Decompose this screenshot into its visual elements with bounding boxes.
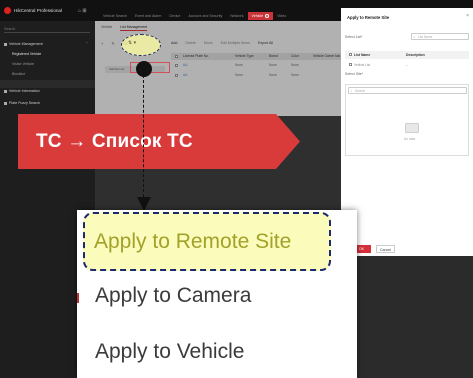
table-header: License Plate No. Vehicle Type Brand Col… [171,53,341,60]
delete-button[interactable]: Delete [185,41,195,45]
row-checkbox[interactable] [175,74,178,77]
select-list-label: Select List* [345,35,363,39]
connector-dot [136,61,152,77]
vehicle-icon [4,42,7,46]
export-all-button[interactable]: Export All [258,41,273,45]
top-nav-item[interactable]: Network [226,12,247,20]
row-checkbox[interactable] [175,64,178,67]
column-header[interactable]: Brand [266,53,288,60]
top-nav-item[interactable]: Device [165,12,184,20]
add-list-icon[interactable]: + [101,41,103,46]
sidebar-item-label: Plate Fuzzy Search [9,101,41,105]
list-desc-cell: -- [406,63,409,67]
app-title: HikCentral Professional [14,8,62,13]
app-logo-icon [4,7,11,14]
table-row[interactable]: AA None None None [171,62,341,69]
apply-context-menu: Apply to Remote Site Apply to Camera App… [77,210,357,378]
connector-line [143,75,144,197]
apply-dropdown-icon[interactable]: ⇅ ▾ [128,40,136,46]
sidebar-selection [0,80,95,88]
list-name-cell: Vehicle List [354,63,371,67]
menu-item-apply-to-camera[interactable]: Apply to Camera [95,284,251,308]
add-button[interactable]: Add [171,41,177,45]
search-icon: ⌕ [413,35,416,39]
table-cell: None [291,63,299,67]
column-header[interactable]: Vehicle Type [232,53,266,60]
site-list-box: ⌕ Search No data. [345,84,469,156]
column-header: Description [406,53,425,57]
site-search-placeholder: Search [355,89,366,93]
connector-arrow-icon [137,197,151,211]
list-search-placeholder: List Name [418,35,433,39]
edit-multiple-button[interactable]: Edit Multiple Items [221,41,250,45]
sidebar-item-label: Vehicle Information [9,89,40,93]
apply-to-remote-site-dialog: Apply to Remote Site × Select List* ⌕ Lis… [341,8,473,256]
table-row[interactable]: AA None None None [171,72,341,79]
sidebar-item-registered-vehicle[interactable]: Registered Vehicle [12,52,41,56]
red-marker [77,293,79,303]
table-cell: None [291,73,299,77]
sidebar-group-vehicle-management[interactable]: Vehicle Management [4,42,43,46]
move-button[interactable]: Move [204,41,213,45]
column-header[interactable]: Vehicle Owner Name [310,53,340,60]
refresh-icon [265,14,270,19]
sidebar-item-blocklist[interactable]: Blocklist [12,72,25,76]
close-icon[interactable]: × [466,13,469,19]
plate-cell[interactable]: AA [180,72,232,79]
column-header[interactable]: License Plate No. [180,53,232,60]
sidebar-group-label: Vehicle Management [9,42,43,46]
chevron-up-icon: ⌃ [85,41,89,46]
list-row[interactable]: Vehicle List -- [345,61,469,69]
list-search-input[interactable]: ⌕ List Name [411,33,469,40]
search-icon: ⌕ [350,89,353,93]
top-nav-item[interactable]: Account and Security [184,12,226,20]
column-header: List Name [354,53,371,57]
table-cell: None [235,63,243,67]
select-all-checkbox[interactable] [349,53,352,56]
no-data-text: No data. [404,137,417,141]
table-cell: None [269,73,277,77]
search-icon [4,101,7,105]
list-table-header: List Name Description [345,51,469,59]
plate-cell[interactable]: AA [180,62,232,69]
site-search-input[interactable]: ⌕ Search [348,87,467,94]
top-nav: Vehicle Search Event and Alarm Device Ac… [99,12,290,20]
info-icon [4,89,7,93]
tab-bar: Vehicle List Management [101,25,148,31]
table-toolbar: Add Delete Move Edit Multiple Items Expo… [171,41,273,45]
top-nav-item-vehicle[interactable]: Vehicle [247,12,274,20]
dialog-title: Apply to Remote Site [347,15,390,20]
tab-vehicle[interactable]: Vehicle [101,25,112,31]
table-cell: None [235,73,243,77]
menu-item-apply-to-remote-site[interactable]: Apply to Remote Site [83,212,331,271]
sidebar-item-vehicle-information[interactable]: Vehicle Information [4,89,40,93]
top-nav-item[interactable]: Video [273,12,290,20]
table-cell: None [269,63,277,67]
top-nav-label: Vehicle [251,14,264,18]
cancel-button[interactable]: Cancel [376,245,395,253]
column-header[interactable]: Color [288,53,310,60]
row-checkbox[interactable] [349,63,352,66]
top-nav-item[interactable]: Vehicle Search [99,12,131,20]
select-site-label: Select Site* [345,72,364,76]
menu-item-apply-to-vehicle[interactable]: Apply to Vehicle [95,340,244,364]
sidebar-item-plate-fuzzy-search[interactable]: Plate Fuzzy Search [4,101,40,105]
apply-icon-highlight[interactable] [121,34,161,56]
edit-list-icon[interactable]: ✎ [111,41,114,46]
top-nav-item[interactable]: Event and Alarm [131,12,165,20]
tab-list-management[interactable]: List Management [120,25,148,31]
sidebar-item-visitor-vehicle[interactable]: Visitor Vehicle [12,62,34,66]
select-all-checkbox[interactable] [175,55,178,58]
sidebar-search-input[interactable]: Search [4,27,90,33]
banner-text: ТС → Список ТС [36,131,193,152]
grid-menu-icon[interactable]: ⌂ ⊞ [78,8,87,14]
no-data-icon [405,123,419,133]
